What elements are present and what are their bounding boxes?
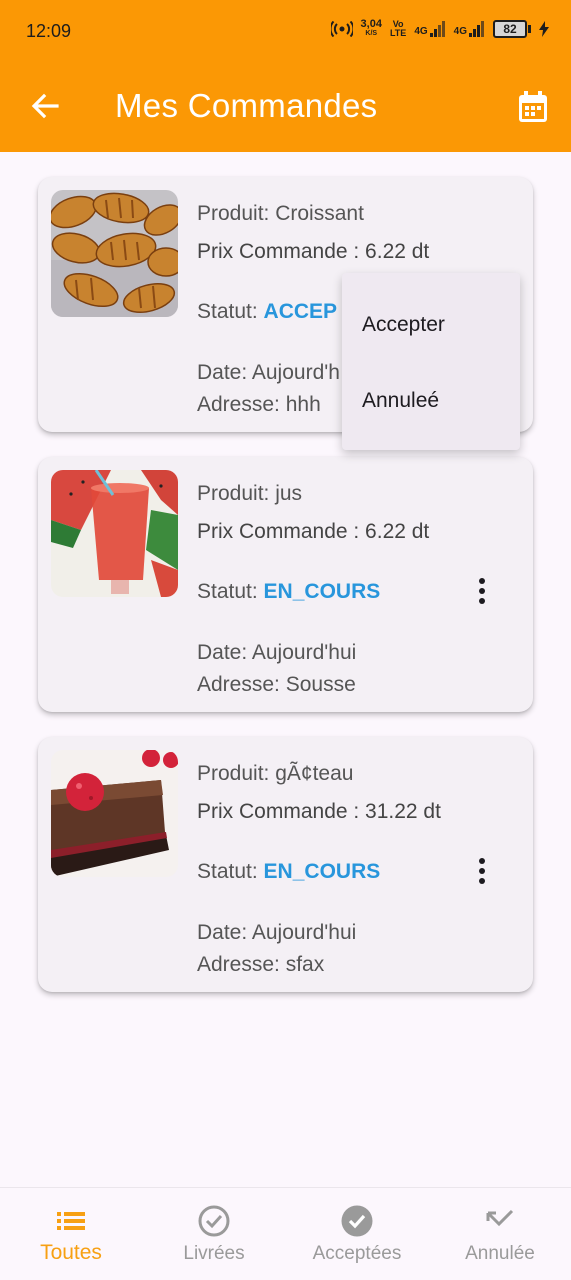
nav-label: Toutes bbox=[40, 1241, 102, 1264]
order-status: Statut: ACCEP bbox=[197, 300, 337, 324]
speed-unit: K/S bbox=[365, 30, 378, 37]
order-address: Adresse: sfax bbox=[197, 953, 325, 976]
menu-item-accepter[interactable]: Accepter bbox=[362, 313, 445, 337]
system-icons: 3,04 K/S Vo LTE 4G 4G 82 bbox=[330, 18, 549, 38]
product-image-watermelon-juice bbox=[51, 470, 178, 597]
order-price: Prix Commande : 6.22 dt bbox=[197, 240, 430, 263]
nav-label: Livrées bbox=[183, 1243, 245, 1264]
call-missed-icon bbox=[486, 1209, 514, 1227]
calendar-icon[interactable] bbox=[516, 90, 550, 124]
net-type-1: 4G bbox=[414, 26, 428, 37]
order-card[interactable]: Produit: jus Prix Commande : 6.22 dt Sta… bbox=[38, 457, 533, 712]
bottom-navigation: Toutes Livrées Acceptées Annulée bbox=[0, 1187, 571, 1280]
menu-item-annulee[interactable]: Annuleé bbox=[362, 389, 439, 413]
charging-bolt-icon bbox=[539, 21, 549, 37]
nav-label: Annulée bbox=[465, 1243, 535, 1264]
speed-value: 3,04 bbox=[360, 18, 382, 30]
signal-2: 4G bbox=[454, 21, 485, 37]
status-time: 12:09 bbox=[26, 21, 72, 41]
status-label: Statut: bbox=[197, 580, 264, 603]
status-bar: 12:09 3,04 K/S Vo LTE 4G 4G 82 bbox=[0, 0, 571, 64]
product-name: Produit: Croissant bbox=[197, 202, 364, 225]
order-date: Date: Aujourd'hui bbox=[197, 921, 357, 944]
more-vert-icon[interactable] bbox=[468, 857, 496, 885]
net-type-2: 4G bbox=[453, 26, 467, 37]
order-date: Date: Aujourd'h bbox=[197, 361, 340, 384]
nav-label: Acceptées bbox=[312, 1243, 402, 1264]
check-circle-outline-icon bbox=[198, 1205, 230, 1237]
status-value: EN_COURS bbox=[263, 860, 381, 883]
product-name: Produit: jus bbox=[197, 482, 303, 505]
list-icon bbox=[57, 1212, 85, 1230]
more-vert-icon[interactable] bbox=[468, 577, 496, 605]
order-date: Date: Aujourd'hui bbox=[197, 641, 357, 664]
battery-icon: 82 bbox=[493, 20, 531, 38]
order-address: Adresse: hhh bbox=[197, 393, 321, 416]
network-speed: 3,04 K/S bbox=[360, 18, 382, 38]
hotspot-icon bbox=[330, 21, 353, 37]
order-price: Prix Commande : 6.22 dt bbox=[197, 520, 430, 543]
check-circle-filled-icon bbox=[341, 1205, 373, 1237]
product-image-croissants bbox=[51, 190, 178, 317]
app-bar: Mes Commandes bbox=[0, 64, 571, 152]
signal-bars-icon bbox=[469, 21, 484, 37]
signal-1: 4G bbox=[414, 21, 445, 37]
popup-menu: Accepter Annuleé bbox=[342, 273, 520, 450]
status-label: Statut: bbox=[197, 300, 264, 323]
nav-item-acceptees[interactable]: Acceptées bbox=[286, 1188, 428, 1280]
order-card[interactable]: Produit: gÃ¢teau Prix Commande : 31.22 d… bbox=[38, 737, 533, 992]
status-value: EN_COURS bbox=[263, 580, 381, 603]
order-status: Statut: EN_COURS bbox=[197, 580, 380, 604]
nav-item-livrees[interactable]: Livrées bbox=[143, 1188, 285, 1280]
signal-bars-icon bbox=[429, 21, 445, 37]
arrow-left-icon[interactable] bbox=[30, 91, 60, 121]
order-status: Statut: EN_COURS bbox=[197, 860, 380, 884]
status-label: Statut: bbox=[197, 860, 264, 883]
battery-level: 82 bbox=[503, 22, 517, 36]
volte-indicator: Vo LTE bbox=[390, 20, 406, 38]
status-value: ACCEP bbox=[263, 300, 338, 323]
product-image-chocolate-cake bbox=[51, 750, 178, 877]
order-price: Prix Commande : 31.22 dt bbox=[197, 800, 441, 823]
volte-bottom: LTE bbox=[389, 28, 407, 38]
page-title: Mes Commandes bbox=[115, 87, 378, 124]
product-name: Produit: gÃ¢teau bbox=[197, 762, 354, 785]
order-address: Adresse: Sousse bbox=[197, 673, 356, 696]
nav-item-toutes[interactable]: Toutes bbox=[0, 1188, 142, 1280]
nav-item-annulee[interactable]: Annulée bbox=[429, 1188, 571, 1280]
